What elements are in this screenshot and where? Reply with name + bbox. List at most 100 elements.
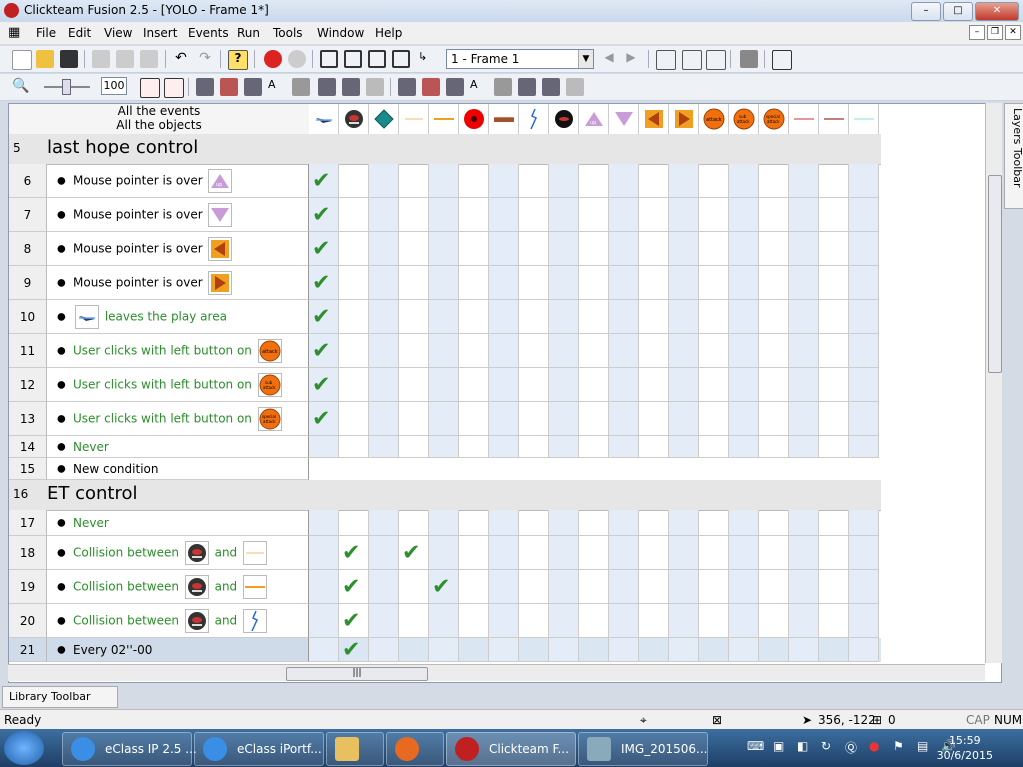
action-cell[interactable] — [849, 402, 879, 436]
task-eclass-iportfolio[interactable]: eClass iPortf... — [194, 732, 324, 766]
action-cell[interactable] — [399, 164, 429, 198]
action-cell[interactable] — [789, 368, 819, 402]
action-cell[interactable] — [849, 334, 879, 368]
action-cell[interactable] — [699, 402, 729, 436]
action-cell[interactable] — [699, 198, 729, 232]
action-cell[interactable] — [669, 198, 699, 232]
action-cell[interactable] — [849, 266, 879, 300]
lightning-icon[interactable] — [519, 104, 549, 135]
action-cell[interactable] — [729, 402, 759, 436]
vertical-scrollbar[interactable] — [985, 103, 1002, 663]
action-cell[interactable] — [519, 368, 549, 402]
left-arrow-icon[interactable] — [639, 104, 669, 135]
event-row[interactable]: 19 ● Collision between and — [9, 570, 881, 604]
delete-event-icon[interactable] — [220, 78, 238, 96]
sub-attack-button-icon[interactable]: sub attack — [729, 104, 759, 135]
action-cell[interactable] — [459, 164, 489, 198]
action-cell[interactable] — [519, 536, 549, 570]
action-cell[interactable] — [339, 266, 369, 300]
action-cell[interactable] — [639, 510, 669, 536]
action-cell[interactable] — [339, 368, 369, 402]
action-cell[interactable] — [399, 266, 429, 300]
action-cell[interactable] — [789, 402, 819, 436]
action-cell[interactable] — [519, 300, 549, 334]
action-cell[interactable] — [549, 198, 579, 232]
action-cell[interactable] — [579, 570, 609, 604]
action-cell[interactable] — [549, 604, 579, 638]
action-cell[interactable] — [759, 510, 789, 536]
action-cell[interactable] — [849, 232, 879, 266]
checkmark-icon[interactable] — [429, 570, 459, 604]
action-cell[interactable] — [819, 334, 849, 368]
action-cell[interactable] — [369, 402, 399, 436]
up-triangle-icon[interactable]: up — [579, 104, 609, 135]
action-cell[interactable] — [429, 638, 459, 662]
action-cell[interactable] — [399, 402, 429, 436]
action-cell[interactable] — [429, 198, 459, 232]
layers-toolbar-tab[interactable]: Layers Toolbar — [1004, 103, 1023, 209]
checkmark-icon[interactable] — [309, 300, 339, 334]
action-cell[interactable] — [459, 536, 489, 570]
action-cell[interactable] — [669, 164, 699, 198]
action-cell[interactable] — [369, 334, 399, 368]
condition-cell[interactable]: ● New condition — [47, 458, 309, 480]
menu-insert[interactable]: Insert — [143, 26, 177, 40]
action-cell[interactable] — [819, 436, 849, 458]
action-cell[interactable] — [519, 198, 549, 232]
action-cell[interactable] — [369, 604, 399, 638]
previous-frame-icon[interactable]: ◀ — [600, 50, 618, 68]
action-cell[interactable] — [849, 604, 879, 638]
action-cell[interactable] — [399, 436, 429, 458]
action-cell[interactable] — [429, 402, 459, 436]
action-cell[interactable] — [459, 334, 489, 368]
condition-cell[interactable]: ● User clicks with left button on sub atta… — [47, 368, 309, 402]
action-cell[interactable] — [669, 334, 699, 368]
condition-cell[interactable]: ● leaves the play area — [47, 300, 309, 334]
action-cell[interactable] — [459, 232, 489, 266]
action-cell[interactable] — [729, 266, 759, 300]
action-cell[interactable] — [549, 300, 579, 334]
action-cell[interactable] — [459, 368, 489, 402]
action-cell[interactable] — [309, 570, 339, 604]
action-cell[interactable] — [699, 436, 729, 458]
data-elements-icon[interactable]: ↳ — [418, 50, 436, 68]
ship-icon[interactable] — [309, 104, 339, 135]
action-cell[interactable] — [579, 604, 609, 638]
action-cell[interactable] — [759, 334, 789, 368]
event-editor-icon[interactable] — [368, 50, 386, 68]
action-cell[interactable] — [429, 536, 459, 570]
action-cell[interactable] — [729, 604, 759, 638]
action-cell[interactable] — [549, 266, 579, 300]
event-row[interactable]: 11 ● User clicks with left button on attac… — [9, 334, 881, 368]
action-cell[interactable] — [819, 198, 849, 232]
task-firefox[interactable] — [386, 732, 444, 766]
action-cell[interactable] — [579, 368, 609, 402]
action-cell[interactable] — [519, 334, 549, 368]
search-events-icon[interactable] — [542, 78, 560, 96]
checkmark-icon[interactable] — [309, 402, 339, 436]
action-cell[interactable] — [729, 570, 759, 604]
action-cell[interactable] — [789, 198, 819, 232]
action-cell[interactable] — [759, 300, 789, 334]
condition-cell[interactable]: ● Collision between and — [47, 536, 309, 570]
action-cell[interactable] — [519, 402, 549, 436]
action-cell[interactable] — [729, 164, 759, 198]
group-header[interactable]: 5 last hope control — [9, 134, 881, 165]
object-filter-icon[interactable] — [318, 78, 336, 96]
all-events-label[interactable]: All the events — [9, 104, 309, 118]
storyboard-editor-icon[interactable] — [320, 50, 338, 68]
pattern-icon[interactable] — [494, 78, 512, 96]
action-cell[interactable] — [819, 300, 849, 334]
copy-icon[interactable] — [116, 50, 134, 68]
action-cell[interactable] — [819, 402, 849, 436]
condition-cell[interactable]: ● Collision between and — [47, 604, 309, 638]
action-cell[interactable] — [819, 368, 849, 402]
action-cell[interactable] — [609, 164, 639, 198]
maximize-button[interactable]: □ — [943, 2, 973, 21]
horizontal-scrollbar[interactable]: ||| — [8, 664, 985, 681]
action-cell[interactable] — [399, 604, 429, 638]
action-cell[interactable] — [729, 510, 759, 536]
task-clickteam[interactable]: Clickteam F... — [446, 732, 576, 766]
action-cell[interactable] — [309, 638, 339, 662]
action-cell[interactable] — [369, 570, 399, 604]
